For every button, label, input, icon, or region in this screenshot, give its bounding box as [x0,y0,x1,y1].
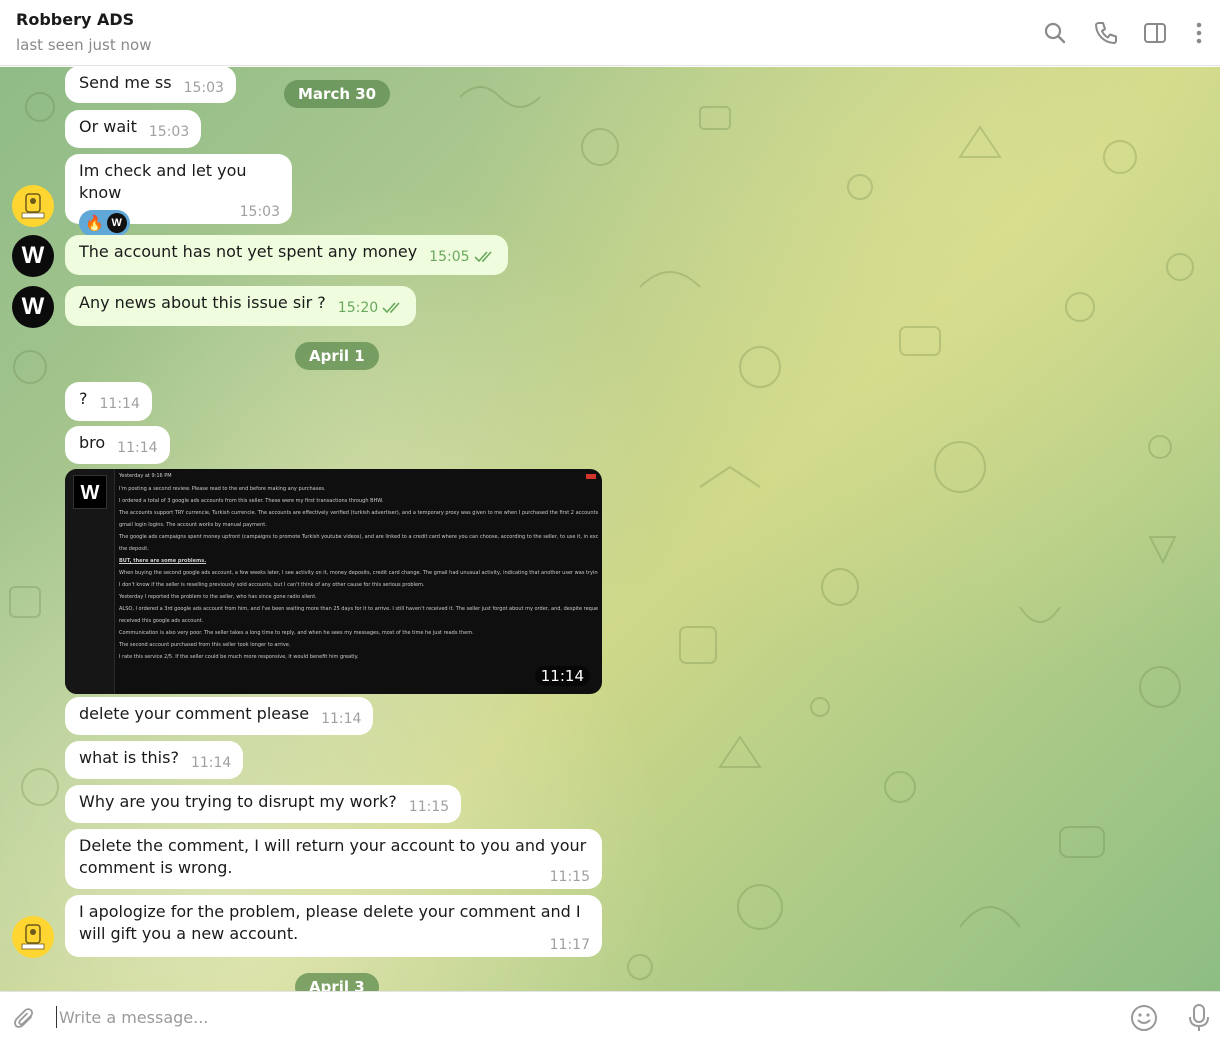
message-input[interactable] [56,1006,1106,1028]
forum-post-line: I ordered a total of 3 google ads accoun… [119,498,384,504]
message-time: 11:14 [534,666,590,686]
contact-avatar[interactable] [12,185,54,227]
message-text: Any news about this issue sir ? [79,293,326,312]
contact-avatar[interactable] [12,916,54,958]
forum-post-line: I don't know if the seller is reselling … [119,582,425,588]
search-icon[interactable] [1042,20,1068,46]
message-bubble[interactable]: Why are you trying to disrupt my work? 11… [65,785,462,823]
forum-post-line: The accounts support TRY currencie, Turk… [119,510,598,516]
forum-post-line: Yesterday I reported the problem to the … [119,594,317,600]
emoji-icon[interactable] [1130,1004,1158,1032]
forum-post-line: When buying the second google ads accoun… [119,570,598,576]
message-bubble[interactable]: Im check and let you know 🔥 W 15:03 [65,154,292,236]
forum-post-line: The google ads campaigns spent money upf… [119,534,598,540]
fire-icon: 🔥 [85,214,104,232]
message-time: 11:15 [549,869,590,885]
forum-post-line: I rate this service 2/5. If the seller c… [119,654,359,660]
message-time: 11:17 [549,937,590,953]
forum-post-line: received this google ads account. [119,618,204,624]
message-text: Delete the comment, I will return your a… [79,836,587,877]
forum-post-text: Yesterday at 9:16 PM I'm posting a second… [119,473,598,666]
message-text: I apologize for the problem, please dele… [79,902,581,943]
forum-post-line: gmail login logins. The account works by… [119,522,267,528]
microphone-icon[interactable] [1186,1003,1212,1033]
reactor-avatar: W [106,213,127,233]
message-text: The account has not yet spent any money [79,242,418,261]
paperclip-icon[interactable] [12,1006,38,1032]
forum-post-line: BUT, there are some problems. [119,558,207,564]
message-bubble[interactable]: The account has not yet spent any money 1… [65,235,508,275]
message-text: Why are you trying to disrupt my work? [79,792,397,811]
message-bubble[interactable]: Delete the comment, I will return your a… [65,829,602,889]
forum-post-line: the deposit. [119,546,149,552]
message-time: 11:14 [190,755,232,771]
chat-header: Robbery ADS last seen just now [0,0,1220,66]
message-bubble[interactable]: bro 11:14 [65,426,170,464]
chat-area[interactable]: March 30 Send me ss 15:03 Or wait 15:03 Im… [0,67,1220,991]
message-time: 15:03 [239,204,280,220]
forum-post-line: ALSO, I ordered a 3rd google ads account… [119,606,598,612]
date-separator: April 3 [295,973,379,991]
message-time: 15:03 [183,80,224,96]
reaction-fire[interactable]: 🔥 W [79,210,130,236]
message-bubble[interactable]: Send me ss 15:03 [65,67,236,103]
date-separator: March 30 [284,80,391,108]
message-text: Im check and let you know [79,161,247,202]
message-time: 15:05 [429,249,470,265]
message-time: 11:14 [321,711,362,727]
message-text: Send me ss [79,73,172,92]
message-text: bro [79,433,106,452]
message-text: Or wait [79,117,137,136]
read-ticks-icon [382,299,404,318]
read-ticks-icon [473,248,496,267]
forum-post-line: Communication is also very poor. The sel… [119,630,474,636]
message-time: 11:14 [99,396,140,412]
user-avatar[interactable]: W [12,235,54,277]
message-bubble[interactable]: Any news about this issue sir ? 15:20 [65,286,417,326]
message-bubble[interactable]: what is this? 11:14 [65,741,244,779]
sidebar-toggle-icon[interactable] [1142,20,1168,46]
forum-post-line: Yesterday at 9:16 PM [119,473,172,479]
message-bubble[interactable]: ? 11:14 [65,382,152,421]
chat-status: last seen just now [16,36,152,54]
message-time: 11:15 [408,799,450,815]
date-separator: April 1 [295,342,379,370]
forum-post-line: I'm posting a second review. Please read… [119,486,326,492]
forum-post-line: The second account purchased from this s… [119,642,291,648]
message-text: ? [79,389,88,408]
message-composer [0,991,1220,1037]
forum-logo: W [73,475,107,509]
message-bubble[interactable]: delete your comment please 11:14 [65,697,374,735]
message-text: delete your comment please [79,704,310,723]
user-avatar[interactable]: W [12,286,54,328]
chat-title[interactable]: Robbery ADS [16,10,134,29]
message-bubble[interactable]: I apologize for the problem, please dele… [65,895,602,957]
message-time: 15:20 [337,300,379,316]
message-time: 11:14 [117,440,158,456]
message-bubble[interactable]: Or wait 15:03 [65,110,202,148]
message-time: 15:03 [148,124,190,140]
phone-icon[interactable] [1093,20,1119,46]
forum-sidebar: W [65,469,115,694]
message-text: what is this? [79,748,179,767]
more-icon[interactable] [1186,20,1212,46]
image-message[interactable]: W Yesterday at 9:16 PM I'm posting a seco… [65,469,602,694]
